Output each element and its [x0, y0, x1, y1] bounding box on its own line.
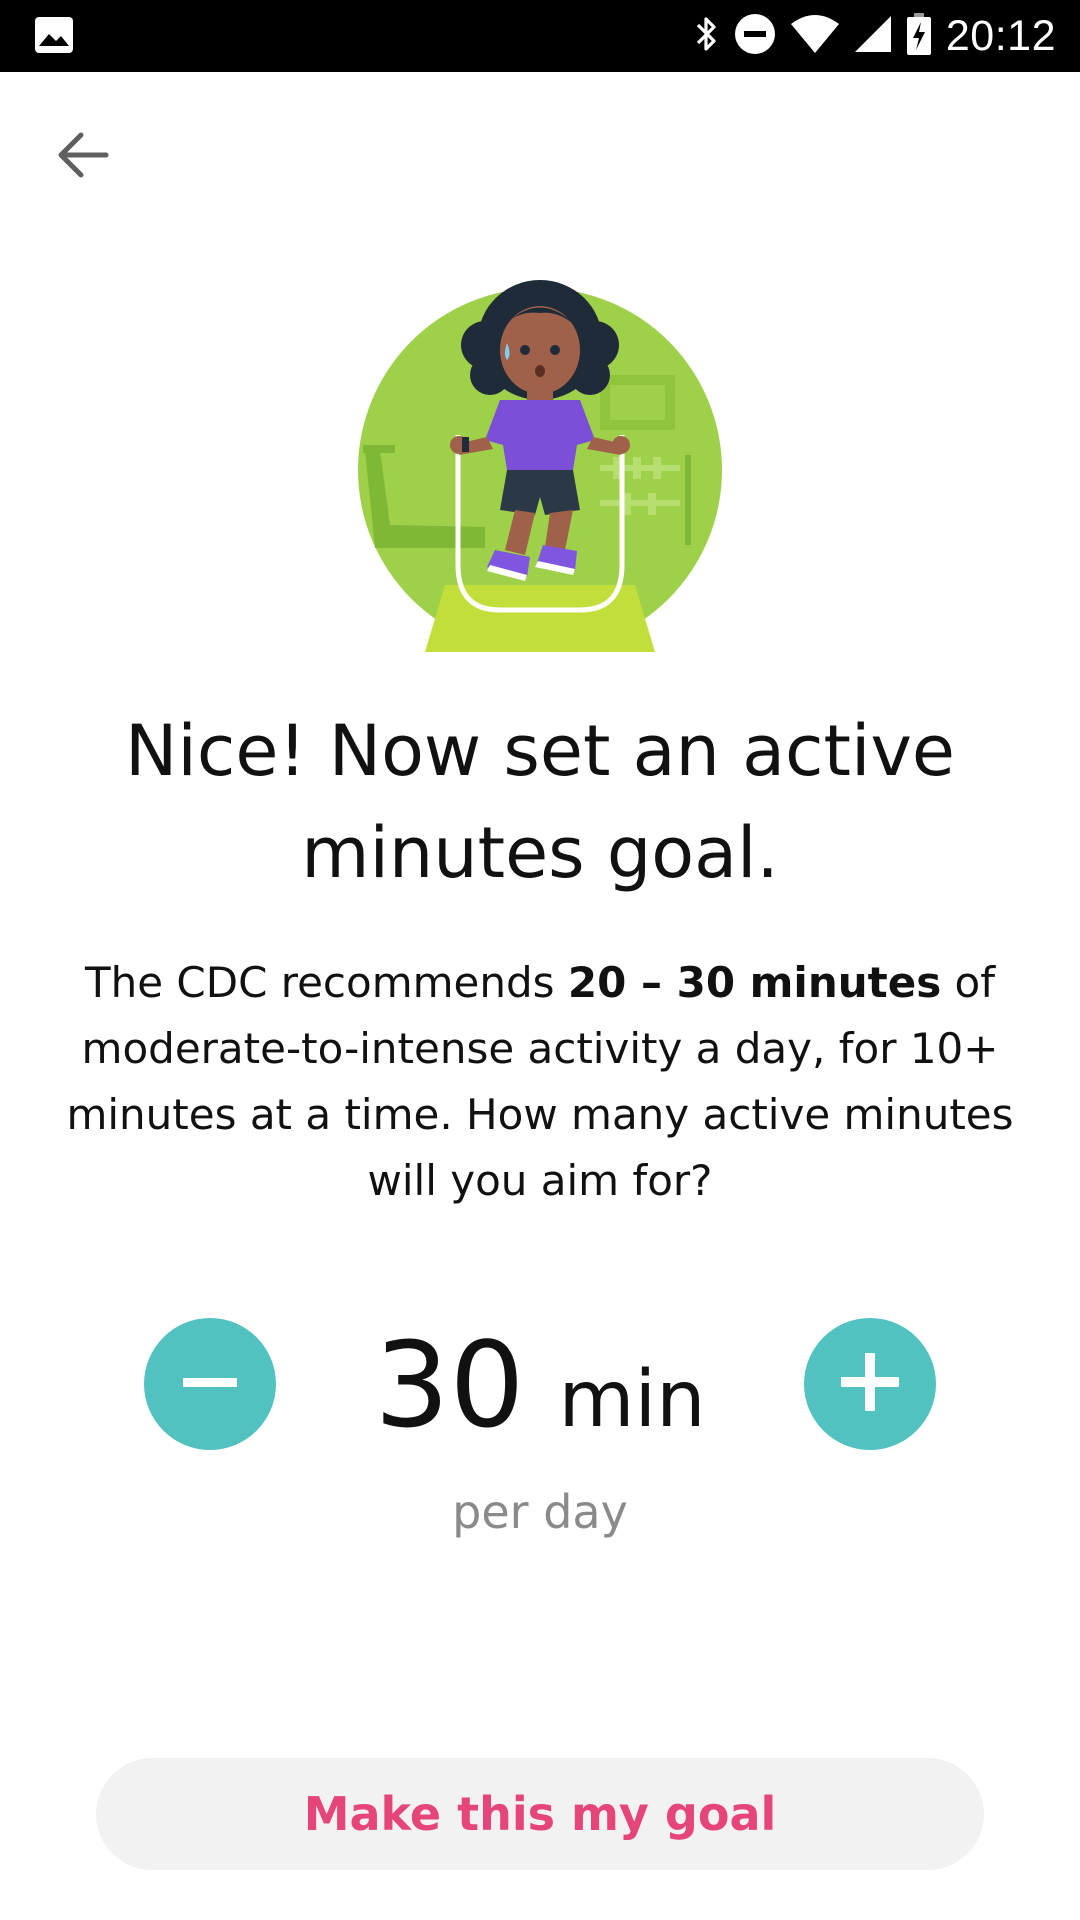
- jump-rope-illustration: [355, 265, 725, 655]
- goal-number: 30: [374, 1316, 525, 1454]
- headline-line-2: minutes goal.: [301, 812, 779, 894]
- status-bar: 20:12: [0, 0, 1080, 72]
- goal-unit: min: [558, 1355, 706, 1445]
- decrease-button[interactable]: [144, 1318, 276, 1450]
- per-day-label: per day: [452, 1485, 628, 1539]
- description: The CDC recommends 20 – 30 minutes of mo…: [50, 950, 1030, 1214]
- goal-value: 30 min: [330, 1320, 750, 1450]
- bluetooth-icon: [694, 14, 720, 58]
- headline: Nice! Now set an active minutes goal.: [40, 700, 1040, 904]
- battery-charging-icon: [906, 12, 932, 60]
- status-icons: 20:12: [694, 0, 1056, 72]
- make-goal-button[interactable]: Make this my goal: [96, 1758, 984, 1870]
- minus-icon: [180, 1352, 240, 1416]
- do-not-disturb-icon: [734, 13, 776, 59]
- description-part-1: The CDC recommends: [84, 958, 568, 1007]
- cell-signal-icon: [854, 15, 892, 57]
- screen: 20:12 Nice! Now set an active minutes go…: [0, 0, 1080, 1920]
- status-time: 20:12: [945, 11, 1056, 60]
- arrow-left-icon: [56, 130, 110, 184]
- headline-line-1: Nice! Now set an active: [125, 710, 955, 792]
- plus-icon: [837, 1349, 903, 1419]
- increase-button[interactable]: [804, 1318, 936, 1450]
- description-recommendation: 20 – 30 minutes: [567, 958, 942, 1007]
- image-icon: [34, 16, 74, 54]
- wifi-icon: [790, 14, 840, 58]
- back-button[interactable]: [44, 118, 122, 196]
